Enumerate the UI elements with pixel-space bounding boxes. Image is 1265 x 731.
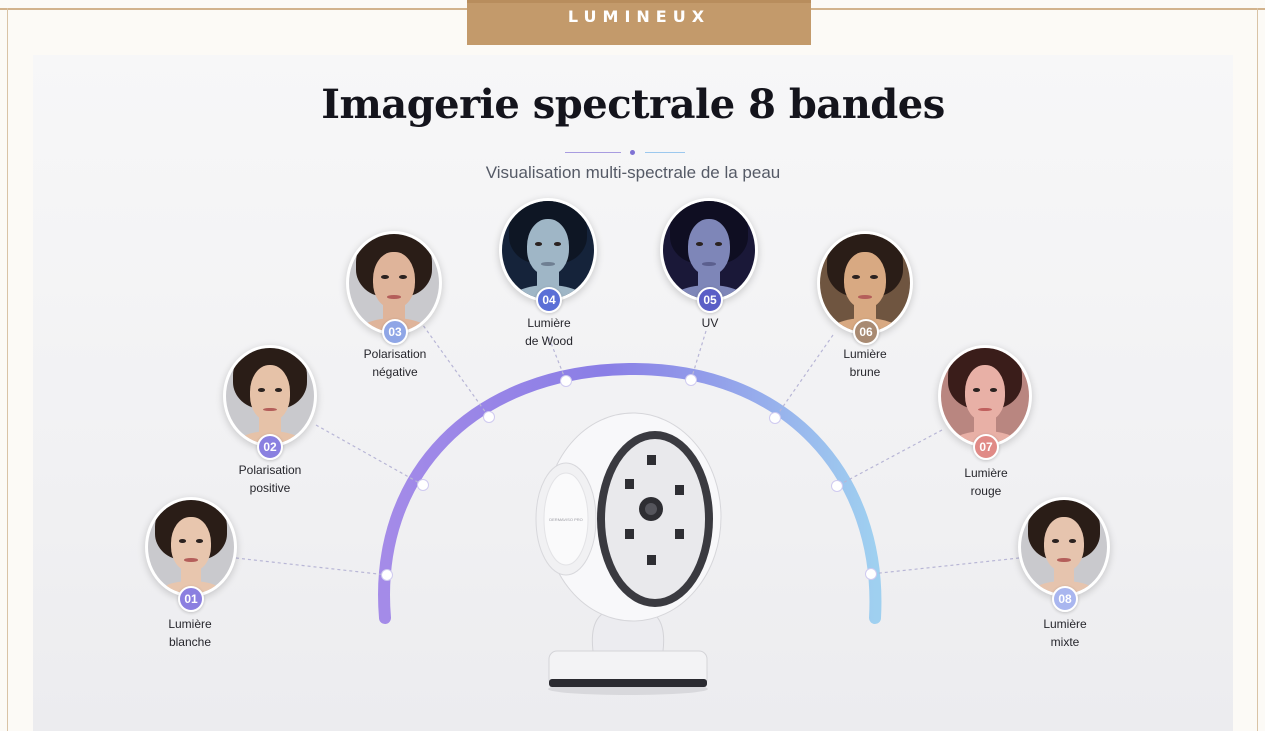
band-label-04: Lumière de Wood [489, 314, 609, 350]
frame-right-border [1257, 8, 1258, 731]
brand-tab: LUMINEUX [467, 0, 811, 45]
skin-analyzer-device-image: DERMAVISO PRO [533, 407, 723, 697]
band-label-06-line2: brune [849, 365, 881, 379]
arc-node-02 [417, 479, 429, 491]
band-badge-01: 01 [178, 586, 204, 612]
face-image-band-01 [145, 497, 237, 597]
arc-node-08 [865, 568, 877, 580]
band-label-08-line2: mixte [1050, 635, 1080, 649]
arc-node-04 [560, 375, 572, 387]
arc-node-05 [685, 374, 697, 386]
band-label-07-line1: Lumière [964, 466, 1008, 480]
arc-node-07 [831, 480, 843, 492]
band-label-08-line1: Lumière [1043, 617, 1087, 631]
band-label-06-line1: Lumière [843, 347, 887, 361]
band-label-02-line1: Polarisation [238, 463, 302, 477]
band-label-07-line2: rouge [970, 484, 1002, 498]
band-label-02-line2: positive [249, 481, 291, 495]
arc-node-01 [381, 569, 393, 581]
band-label-08: Lumière mixte [1005, 615, 1125, 651]
band-label-03-line1: Polarisation [363, 347, 427, 361]
band-badge-07: 07 [973, 434, 999, 460]
band-label-06: Lumière brune [805, 345, 925, 381]
band-badge-05: 05 [697, 287, 723, 313]
band-label-03-line2: négative [372, 365, 418, 379]
face-image-band-07 [938, 345, 1032, 447]
band-label-02: Polarisation positive [210, 461, 330, 497]
band-badge-08: 08 [1052, 586, 1078, 612]
face-image-band-02 [223, 345, 317, 447]
band-label-07: Lumière rouge [926, 464, 1046, 500]
band-badge-03: 03 [382, 319, 408, 345]
band-badge-02: 02 [257, 434, 283, 460]
brand-name: LUMINEUX [567, 7, 711, 26]
band-label-03: Polarisation négative [335, 345, 455, 381]
band-label-04-line2: de Wood [525, 334, 573, 348]
band-badge-06: 06 [853, 319, 879, 345]
band-label-01-line1: Lumière [168, 617, 212, 631]
band-label-01: Lumière blanche [130, 615, 250, 651]
band-label-05: UV [650, 314, 770, 332]
arc-node-06 [769, 412, 781, 424]
face-image-band-08 [1018, 497, 1110, 597]
brand-tab-edge [467, 0, 811, 3]
band-label-05-line1: UV [701, 316, 719, 330]
spectral-infographic: Imagerie spectrale 8 bandes Visualisatio… [33, 55, 1233, 731]
frame-left-border [7, 8, 8, 731]
device-panel-text: DERMAVISO PRO [549, 517, 583, 522]
band-badge-04: 04 [536, 287, 562, 313]
arc-node-03 [483, 411, 495, 423]
band-label-04-line1: Lumière [527, 316, 571, 330]
band-label-01-line2: blanche [168, 635, 212, 649]
